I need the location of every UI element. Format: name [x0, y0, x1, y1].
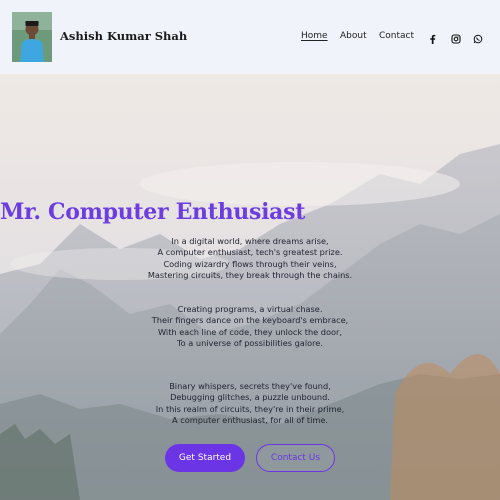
site-header: Ashish Kumar Shah Home About Contact — [0, 0, 500, 74]
whatsapp-icon[interactable] — [473, 31, 483, 49]
poem-line: With each line of code, they unlock the … — [158, 326, 342, 337]
poem-stanza-2: Creating programs, a virtual chase. Thei… — [0, 304, 500, 349]
poem-line: To a universe of possibilities galore. — [177, 337, 323, 348]
mountain-background — [0, 74, 500, 500]
poem-line: Their fingers dance on the keyboard's em… — [151, 315, 349, 326]
site-name[interactable]: Ashish Kumar Shah — [60, 29, 187, 43]
avatar[interactable] — [12, 12, 52, 62]
poem-stanza-3: Binary whispers, secrets they've found, … — [0, 381, 500, 426]
poem-line: Binary whispers, secrets they've found, — [169, 381, 331, 391]
contact-us-button[interactable]: Contact Us — [256, 444, 335, 472]
poem-line: Coding wizardry flows through their vein… — [163, 258, 337, 269]
hero-section: Mr. Computer Enthusiast In a digital wor… — [0, 74, 500, 500]
poem-line: A computer enthusiast, tech's greatest p… — [157, 247, 343, 258]
poem-line: A computer enthusiast, for all of time. — [172, 414, 328, 425]
nav-about[interactable]: About — [340, 31, 367, 41]
poem-stanza-1: In a digital world, where dreams arise, … — [0, 236, 500, 281]
hero-title: Mr. Computer Enthusiast — [0, 199, 306, 225]
facebook-icon[interactable] — [428, 31, 437, 49]
nav-home[interactable]: Home — [301, 31, 328, 41]
poem-line: Mastering circuits, they break through t… — [147, 269, 353, 280]
poem-line: Debugging glitches, a puzzle unbound. — [170, 392, 330, 403]
poem-line: In this realm of circuits, they're in th… — [155, 403, 345, 414]
instagram-icon[interactable] — [451, 31, 461, 49]
poem-line: In a digital world, where dreams arise, — [171, 236, 329, 246]
get-started-button[interactable]: Get Started — [165, 444, 245, 472]
poem-line: Creating programs, a virtual chase. — [177, 304, 323, 314]
nav-contact[interactable]: Contact — [379, 31, 414, 41]
